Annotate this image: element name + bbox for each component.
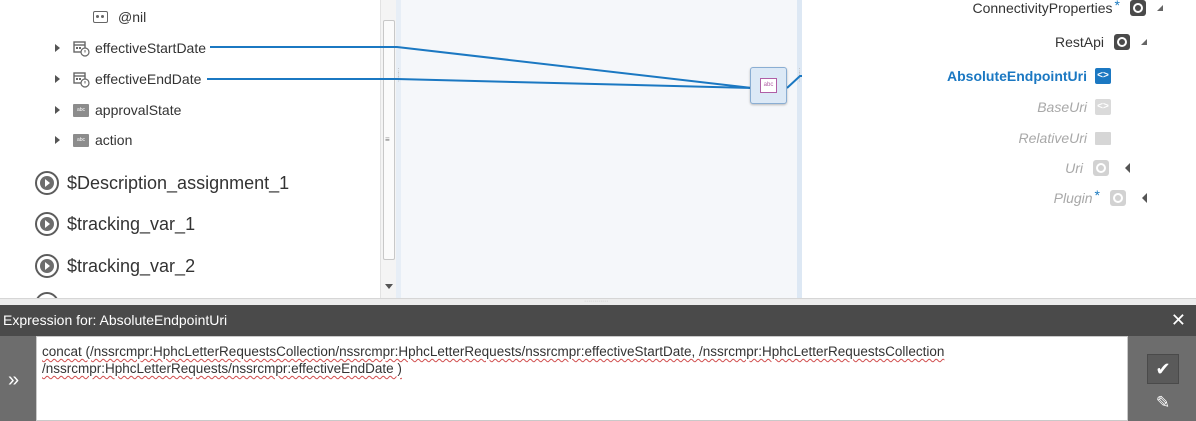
target-item-absolute-endpoint-uri[interactable]: AbsoluteEndpointUri <> <box>947 68 1111 84</box>
object-icon <box>1114 34 1130 50</box>
expand-arrow-icon[interactable] <box>1125 163 1130 173</box>
target-item-label: RestApi <box>1054 34 1104 50</box>
uri-icon: <> <box>1095 99 1111 115</box>
required-asterisk: * <box>1094 187 1100 203</box>
expression-left-rail: » <box>0 336 36 421</box>
target-tree-panel: ConnectivityProperties * RestApi Absolut… <box>802 0 1196 298</box>
target-item-label: Uri <box>1065 160 1083 176</box>
collapse-arrow-icon[interactable] <box>1157 5 1163 11</box>
target-item-label: RelativeUri <box>1018 130 1087 146</box>
target-item-base-uri[interactable]: BaseUri <> <box>1037 99 1111 115</box>
target-item-connectivity-properties[interactable]: ConnectivityProperties * <box>972 0 1163 16</box>
object-icon <box>1110 190 1126 206</box>
collapse-arrow-icon[interactable] <box>1141 39 1147 45</box>
expression-header: Expression for: AbsoluteEndpointUri ✕ <box>0 305 1196 336</box>
expand-arrow-icon[interactable] <box>1142 193 1147 203</box>
required-asterisk: * <box>1114 0 1120 13</box>
target-item-label: Plugin <box>1053 190 1093 206</box>
expression-text[interactable]: concat (/nssrcmpr:HphcLetterRequestsColl… <box>42 343 1112 377</box>
expression-title-target: AbsoluteEndpointUri <box>99 312 228 328</box>
target-item-uri[interactable]: Uri <box>1065 160 1130 176</box>
edit-pencil-icon[interactable]: ✎ <box>1151 391 1175 415</box>
concat-function-icon: abc <box>760 78 777 93</box>
concat-function-node[interactable]: abc <box>750 67 787 104</box>
target-item-restapi[interactable]: RestApi <box>1055 34 1147 50</box>
panel-splitter[interactable]: ⋯⋯⋯⋯ <box>0 298 1196 305</box>
target-item-relative-uri[interactable]: RelativeUri <box>1019 130 1111 146</box>
mapping-line-end-date <box>207 78 753 89</box>
expand-panel-icon[interactable]: » <box>8 370 19 390</box>
apply-check-button[interactable]: ✔ <box>1147 354 1179 384</box>
object-icon <box>1093 160 1109 176</box>
object-icon <box>1130 0 1146 16</box>
expression-right-rail: ✔ ✎ <box>1128 336 1196 421</box>
target-item-label: ConnectivityProperties <box>972 0 1113 16</box>
string-abc-icon <box>1095 131 1111 145</box>
target-item-plugin[interactable]: Plugin * <box>1053 187 1147 206</box>
close-icon[interactable]: ✕ <box>1171 310 1186 330</box>
target-item-label: BaseUri <box>1037 99 1087 115</box>
expression-title-prefix: Expression for: <box>3 312 97 328</box>
target-item-label: AbsoluteEndpointUri <box>947 68 1087 84</box>
mapper-window: @nil effectiveStartDate effectiveEndDate… <box>0 0 1196 421</box>
expression-editor[interactable]: concat (/nssrcmpr:HphcLetterRequestsColl… <box>36 336 1128 421</box>
expression-title: Expression for: AbsoluteEndpointUri <box>3 312 227 328</box>
uri-icon: <> <box>1095 68 1111 84</box>
